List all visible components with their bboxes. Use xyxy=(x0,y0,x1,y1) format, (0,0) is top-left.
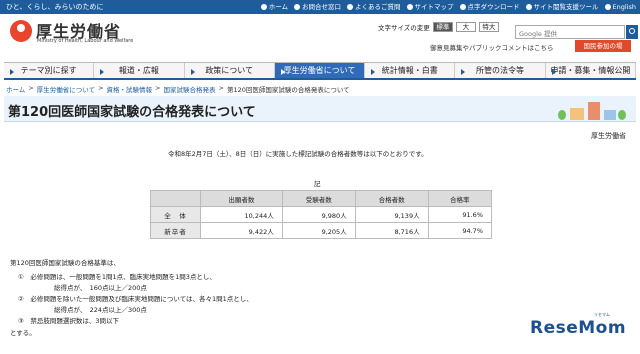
bullet-icon xyxy=(260,4,267,10)
passed-cell: 8,716人 xyxy=(354,222,429,239)
criteria-item: ③ 禁忌肢問題選択数は、3問以下 xyxy=(18,317,119,325)
nav-tab-applications[interactable]: 申請・募集・情報公開 xyxy=(546,63,636,78)
house-icon xyxy=(570,108,584,120)
bullet-icon xyxy=(347,4,354,10)
bullet-icon xyxy=(604,4,611,10)
criteria-item: 総得点が、 224点以上／300点 xyxy=(54,306,147,314)
bullet-icon xyxy=(459,4,466,10)
town-illustration xyxy=(556,98,626,120)
link-faq[interactable]: よくあるご質問 xyxy=(347,2,401,12)
breadcrumb-separator: > xyxy=(155,84,161,92)
page-title-bar: 第120回医師国家試験の合格発表について xyxy=(4,96,636,122)
nav-tab-press[interactable]: 報道・広報 xyxy=(94,63,185,78)
table-header-passed: 合格者数 xyxy=(354,190,429,207)
ministry-logo-icon[interactable] xyxy=(10,20,32,42)
nav-tab-policy[interactable]: 政策について xyxy=(185,63,275,78)
link-accessibility[interactable]: サイト閲覧支援ツール xyxy=(525,2,599,12)
nav-tab-statistics[interactable]: 統計情報・白書 xyxy=(365,63,456,78)
table-header-examinees: 受験者数 xyxy=(281,190,356,207)
bullet-icon xyxy=(406,4,413,10)
nav-tab-laws[interactable]: 所管の法令等 xyxy=(455,63,546,78)
table-row: 全 体 10,244人 9,980人 9,139人 91.6% xyxy=(150,206,493,223)
table-header-rate: 合格率 xyxy=(427,190,493,207)
building-icon xyxy=(588,102,600,120)
page-title: 第120回医師国家試験の合格発表について xyxy=(8,105,256,120)
link-sitemap[interactable]: サイトマップ xyxy=(406,2,454,12)
criteria-item: ② 必修問題を除いた一般問題及び臨床実地問題については、各々1問1点とし、 xyxy=(18,295,253,303)
breadcrumb-about[interactable]: 厚生労働省について xyxy=(37,84,95,94)
link-english[interactable]: English xyxy=(604,2,636,12)
font-size-switcher: 文字サイズの変更 標準 大 特大 xyxy=(378,22,499,32)
applicants-cell: 10,244人 xyxy=(200,206,283,223)
lead-text: 令和8年2月7日（土）、8日（日）に実施した標記試験の合格者数等は以下のとおりで… xyxy=(168,150,428,158)
font-size-standard-button[interactable]: 標準 xyxy=(432,22,453,32)
applicants-cell: 9,422人 xyxy=(200,222,283,239)
rate-cell: 91.6% xyxy=(427,206,493,223)
rate-cell: 94.7% xyxy=(427,222,493,239)
criteria-title: 第120回医師国家試験の合格基準は、 xyxy=(10,259,120,267)
font-size-label: 文字サイズの変更 xyxy=(378,24,430,32)
breadcrumb-separator: > xyxy=(28,84,34,92)
row-label: 新卒者 xyxy=(150,222,201,239)
examinees-cell: 9,980人 xyxy=(281,206,356,223)
top-utility-bar: ひと、くらし、みらいのために ホーム お問合せ窓口 よくあるご質問 サイトマップ… xyxy=(0,0,640,14)
passed-cell: 9,139人 xyxy=(354,206,429,223)
bullet-icon xyxy=(294,4,301,10)
breadcrumb-home[interactable]: ホーム xyxy=(6,84,25,94)
global-nav: テーマ別に探す 報道・広報 政策について 厚生労働省について 統計情報・白書 所… xyxy=(4,62,636,80)
link-home[interactable]: ホーム xyxy=(260,2,288,12)
house-icon xyxy=(604,110,616,120)
participation-button[interactable]: 国民参加の場 xyxy=(575,40,631,52)
breadcrumb-separator: > xyxy=(218,84,224,92)
breadcrumb: ホーム > 厚生労働省について > 資格・試験情報 > 国家試験合格発表 > 第… xyxy=(6,84,350,94)
search-placeholder: Google 提供 xyxy=(519,30,557,38)
font-size-xlarge-button[interactable]: 特大 xyxy=(478,22,499,32)
logo-subtitle: Ministry of Health, Labour and Welfare xyxy=(37,38,134,44)
search-icon[interactable] xyxy=(626,25,638,39)
table-header-blank xyxy=(150,190,201,207)
breadcrumb-separator: > xyxy=(98,84,104,92)
nav-tab-themes[interactable]: テーマ別に探す xyxy=(4,63,95,78)
link-braille[interactable]: 点字ダウンロード xyxy=(459,2,520,12)
criteria-item: 総得点が、 160点以上／200点 xyxy=(54,284,147,292)
tree-icon xyxy=(558,110,566,120)
criteria-item: ① 必修問題は、一般問題を1問1点、臨床実地問題を1問3点とし、 xyxy=(18,273,216,281)
public-comment-link[interactable]: 御意見募集やパブリックコメントはこちら xyxy=(430,42,554,52)
row-label: 全 体 xyxy=(150,206,201,223)
results-table: 出願者数 受験者数 合格者数 合格率 全 体 10,244人 9,980人 9,… xyxy=(150,190,493,239)
table-header-row: 出願者数 受験者数 合格者数 合格率 xyxy=(150,190,493,207)
utility-links: ホーム お問合せ窓口 よくあるご質問 サイトマップ 点字ダウンロード サイト閲覧… xyxy=(260,2,636,12)
font-size-large-button[interactable]: 大 xyxy=(455,22,476,32)
table-row: 新卒者 9,422人 9,205人 8,716人 94.7% xyxy=(150,222,493,239)
tree-icon xyxy=(618,110,626,120)
closing-text: とする。 xyxy=(10,329,36,337)
search-input[interactable]: Google 提供 xyxy=(515,25,625,39)
breadcrumb-qualifications[interactable]: 資格・試験情報 xyxy=(107,84,153,94)
tagline: ひと、くらし、みらいのために xyxy=(6,3,104,11)
table-header-applicants: 出願者数 xyxy=(200,190,283,207)
watermark-logo: ReseMom xyxy=(530,318,627,338)
author-label: 厚生労働省 xyxy=(591,132,626,140)
ki-heading: 記 xyxy=(314,180,321,188)
bullet-icon xyxy=(525,4,532,10)
breadcrumb-exam-results[interactable]: 国家試験合格発表 xyxy=(163,84,215,94)
link-contact[interactable]: お問合せ窓口 xyxy=(294,2,341,12)
nav-tab-about[interactable]: 厚生労働省について xyxy=(274,63,366,78)
breadcrumb-current: 第120回医師国家試験の合格発表について xyxy=(226,86,350,94)
examinees-cell: 9,205人 xyxy=(281,222,356,239)
